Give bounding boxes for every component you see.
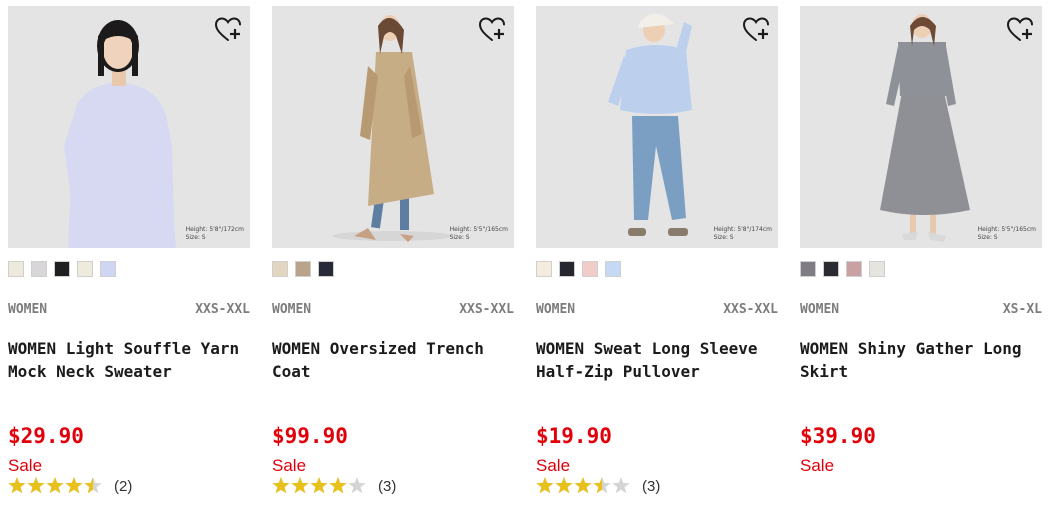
product-name-line2: Mock Neck Sweater: [8, 362, 172, 381]
product-name-line1: WOMEN Light Souffle Yarn: [8, 339, 240, 358]
heart-plus-icon[interactable]: [1006, 16, 1034, 42]
product-meta: WOMEN XXS-XXL: [272, 302, 514, 320]
product-price: $19.90: [536, 424, 612, 448]
star-icon: [555, 477, 573, 494]
color-swatches: [800, 261, 885, 279]
product-name[interactable]: WOMEN Light Souffle Yarn Mock Neck Sweat…: [8, 337, 248, 383]
model-photo: [536, 6, 778, 248]
product-price: $29.90: [8, 424, 84, 448]
gender-label: WOMEN: [536, 302, 576, 317]
product-image[interactable]: Height: 5'5"/165cm Size: S: [272, 6, 514, 248]
color-swatch[interactable]: [295, 261, 311, 277]
star-icon: [536, 477, 554, 494]
color-swatches: [272, 261, 334, 279]
model-height-note: Height: 5'8"/174cm Size: S: [713, 226, 772, 241]
color-swatch[interactable]: [582, 261, 598, 277]
color-swatches: [536, 261, 621, 279]
star-icon: [65, 477, 83, 494]
star-icon: [593, 477, 611, 494]
heart-plus-icon[interactable]: [214, 16, 242, 42]
star-icon: [27, 477, 45, 494]
color-swatch[interactable]: [800, 261, 816, 277]
star-icon: [8, 477, 26, 494]
sale-flag: Sale: [536, 456, 571, 475]
product-name-line2: Half-Zip Pullover: [536, 362, 700, 381]
star-icon: [272, 477, 290, 494]
sale-flag: Sale: [272, 456, 307, 475]
product-image[interactable]: Height: 5'5"/165cm Size: S: [800, 6, 1042, 248]
heart-plus-icon[interactable]: [742, 16, 770, 42]
sale-flag: Sale: [800, 456, 835, 475]
model-height-note: Height: 5'5"/165cm Size: S: [449, 226, 508, 241]
color-swatches: [8, 261, 116, 279]
star-icon: [84, 477, 102, 494]
color-swatch[interactable]: [823, 261, 839, 277]
product-name-line2: Coat: [272, 362, 311, 381]
gender-label: WOMEN: [800, 302, 840, 317]
gender-label: WOMEN: [272, 302, 312, 317]
star-icon: [310, 477, 328, 494]
product-price: $99.90: [272, 424, 348, 448]
star-icon: [574, 477, 592, 494]
color-swatch[interactable]: [846, 261, 862, 277]
product-name-line1: WOMEN Oversized Trench: [272, 339, 484, 358]
model-height-note: Height: 5'5"/165cm Size: S: [977, 226, 1036, 241]
product-rating[interactable]: (3): [272, 475, 396, 497]
rating-stars: [272, 477, 366, 494]
model-photo: [800, 6, 1042, 248]
star-icon: [348, 477, 366, 494]
product-grid: Height: 5'8"/172cm Size: S WOMEN XXS-XXL…: [0, 0, 1049, 513]
star-icon: [612, 477, 630, 494]
gender-label: WOMEN: [8, 302, 48, 317]
size-range: XS-XL: [1002, 302, 1042, 317]
rating-stars: [536, 477, 630, 494]
color-swatch[interactable]: [31, 261, 47, 277]
product-meta: WOMEN XXS-XXL: [536, 302, 778, 320]
product-name[interactable]: WOMEN Oversized Trench Coat: [272, 337, 512, 383]
product-image[interactable]: Height: 5'8"/174cm Size: S: [536, 6, 778, 248]
product-name-line2: Skirt: [800, 362, 849, 381]
size-range: XXS-XXL: [459, 302, 514, 317]
product-price: $39.90: [800, 424, 876, 448]
product-rating[interactable]: (2): [8, 475, 132, 497]
heart-plus-icon[interactable]: [478, 16, 506, 42]
review-count: (3): [642, 477, 661, 495]
color-swatch[interactable]: [8, 261, 24, 277]
product-name[interactable]: WOMEN Sweat Long Sleeve Half-Zip Pullove…: [536, 337, 776, 383]
size-range: XXS-XXL: [195, 302, 250, 317]
color-swatch[interactable]: [77, 261, 93, 277]
product-meta: WOMEN XXS-XXL: [8, 302, 250, 320]
color-swatch[interactable]: [605, 261, 621, 277]
color-swatch[interactable]: [100, 261, 116, 277]
product-image[interactable]: Height: 5'8"/172cm Size: S: [8, 6, 250, 248]
color-swatch[interactable]: [318, 261, 334, 277]
color-swatch[interactable]: [272, 261, 288, 277]
model-photo: [272, 6, 514, 248]
product-rating[interactable]: (3): [536, 475, 660, 497]
color-swatch[interactable]: [536, 261, 552, 277]
rating-stars: [8, 477, 102, 494]
size-range: XXS-XXL: [723, 302, 778, 317]
product-meta: WOMEN XS-XL: [800, 302, 1042, 320]
product-name-line1: WOMEN Shiny Gather Long: [800, 339, 1022, 358]
review-count: (3): [378, 477, 397, 495]
star-icon: [329, 477, 347, 494]
review-count: (2): [114, 477, 133, 495]
star-icon: [46, 477, 64, 494]
color-swatch[interactable]: [869, 261, 885, 277]
product-card[interactable]: Height: 5'5"/165cm Size: S WOMEN XS-XL W…: [800, 6, 1042, 511]
color-swatch[interactable]: [559, 261, 575, 277]
model-height-note: Height: 5'8"/172cm Size: S: [185, 226, 244, 241]
product-card[interactable]: Height: 5'8"/172cm Size: S WOMEN XXS-XXL…: [8, 6, 250, 511]
color-swatch[interactable]: [54, 261, 70, 277]
star-icon: [291, 477, 309, 494]
model-photo: [8, 6, 250, 248]
product-card[interactable]: Height: 5'8"/174cm Size: S WOMEN XXS-XXL…: [536, 6, 778, 511]
sale-flag: Sale: [8, 456, 43, 475]
product-name[interactable]: WOMEN Shiny Gather Long Skirt: [800, 337, 1040, 383]
product-card[interactable]: Height: 5'5"/165cm Size: S WOMEN XXS-XXL…: [272, 6, 514, 511]
product-name-line1: WOMEN Sweat Long Sleeve: [536, 339, 758, 358]
